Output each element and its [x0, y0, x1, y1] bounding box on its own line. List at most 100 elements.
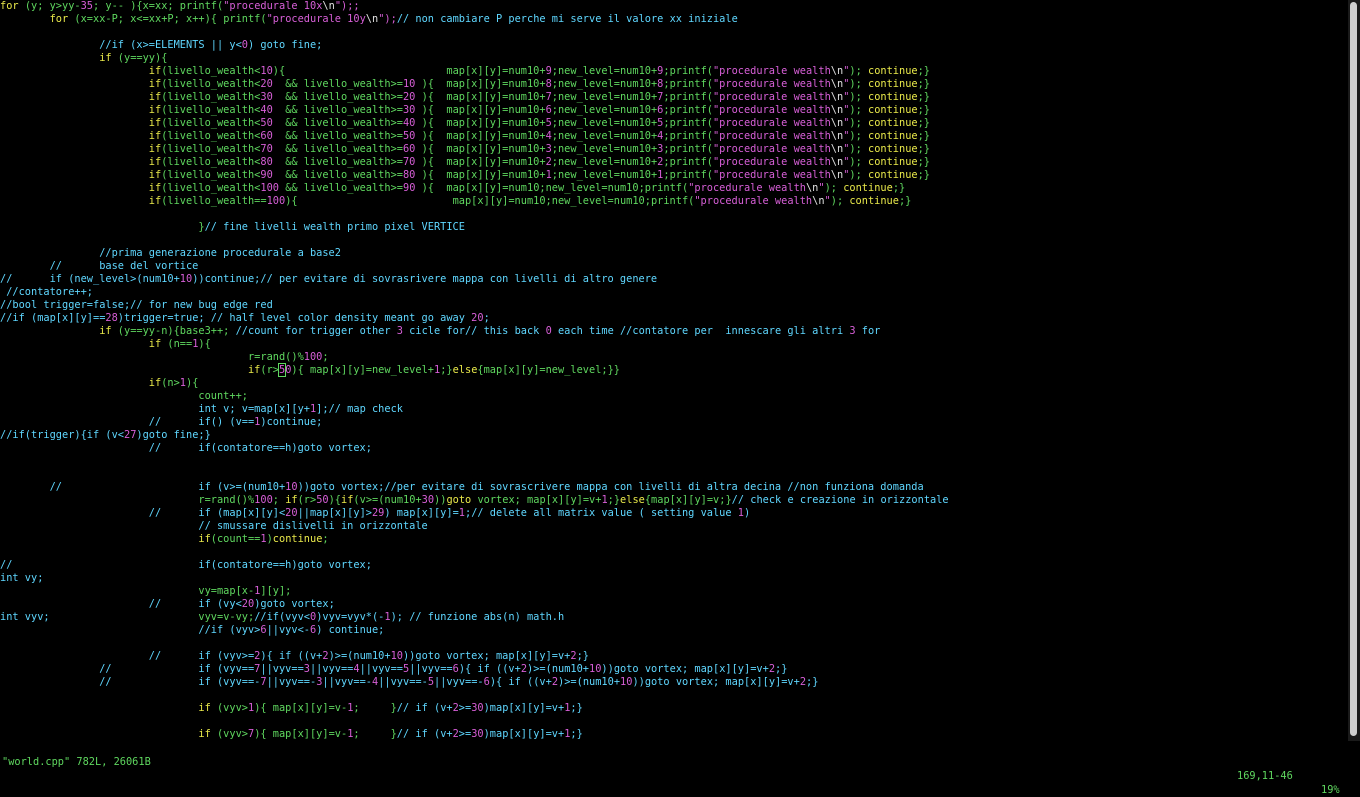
code-line[interactable]: if(livello_wealth<100 && livello_wealth>…	[0, 182, 1348, 195]
code-line[interactable]: count++;	[0, 390, 1348, 403]
code-line[interactable]: int v; v=map[x][y+1];// map check	[0, 403, 1348, 416]
code-token: ;new_level=num10+	[551, 65, 658, 77]
code-line[interactable]: vy=map[x-1][y];	[0, 585, 1348, 598]
code-line[interactable]: if(livello_wealth<10){ map[x][y]=num10+9…	[0, 65, 1348, 78]
code-line[interactable]: //prima generazione procedurale a base2	[0, 247, 1348, 260]
code-token: 100	[266, 195, 286, 207]
code-line[interactable]: if(livello_wealth==100){ map[x][y]=num10…	[0, 195, 1348, 208]
code-line[interactable]: //contatore++;	[0, 286, 1348, 299]
code-line[interactable]	[0, 637, 1348, 650]
code-token: continue	[868, 143, 918, 155]
code-line[interactable]: // base del vortice	[0, 260, 1348, 273]
code-line[interactable]: if (y==yy){	[0, 52, 1348, 65]
code-line[interactable]	[0, 455, 1348, 468]
code-line[interactable]: if(livello_wealth<70 && livello_wealth>=…	[0, 143, 1348, 156]
code-token: ){ map[x][y]=num10+	[415, 117, 546, 129]
code-line[interactable]: // if (vy<20)goto vortex;	[0, 598, 1348, 611]
code-token: 30	[260, 91, 273, 103]
code-line[interactable]: if(r>50){ map[x][y]=new_level+1;}else{ma…	[0, 363, 1348, 377]
code-line[interactable]: int vyv; vyv=v-vy;//if(vyv<0)vyv=vyv*(-1…	[0, 611, 1348, 624]
code-line[interactable]: if(livello_wealth<50 && livello_wealth>=…	[0, 117, 1348, 130]
code-token: if	[0, 182, 162, 194]
code-token: \n	[830, 104, 844, 116]
code-token: //if(vyv<	[254, 611, 310, 623]
code-line[interactable]: for (y; y>yy-35; y-- ){x=xx; printf("pro…	[0, 0, 1348, 13]
code-token: ;}	[775, 663, 788, 675]
code-token: 10	[589, 663, 602, 675]
code-token: continue	[868, 91, 918, 103]
code-line[interactable]: //if (vyv>6||vyv<-6) continue;	[0, 624, 1348, 637]
code-token: ||vyv==-	[322, 676, 372, 688]
code-token: cicle for// this back	[402, 325, 546, 337]
code-token: //if (vyv>	[0, 624, 261, 636]
code-token: ;	[322, 351, 329, 363]
code-line[interactable]: if (y==yy-n){base3++; //count for trigge…	[0, 325, 1348, 338]
code-token: && livello_wealth>=	[279, 182, 403, 194]
code-line[interactable]: if(livello_wealth<80 && livello_wealth>=…	[0, 156, 1348, 169]
code-line[interactable]: // if (v>=(num10+10))goto vortex;//per e…	[0, 481, 1348, 494]
code-editor[interactable]: for (y; y>yy-35; y-- ){x=xx; printf("pro…	[0, 0, 1348, 741]
code-token: );	[849, 156, 868, 168]
code-token: ))goto vortex; map[x][y]=v+	[601, 663, 769, 675]
code-line[interactable]: r=rand()%100; if(r>50){if(v>=(num10+30))…	[0, 494, 1348, 507]
code-line[interactable]: // if() (v==1)continue;	[0, 416, 1348, 429]
code-token: )trigger=true; // half level color densi…	[117, 312, 472, 324]
code-line[interactable]: // if (new_level>(num10+10))continue;// …	[0, 273, 1348, 286]
code-line[interactable]: if(livello_wealth<60 && livello_wealth>=…	[0, 130, 1348, 143]
code-token: (livello_wealth<	[161, 156, 261, 168]
code-line[interactable]: // if (vyv==7||vyv==3||vyv==4||vyv==5||v…	[0, 663, 1348, 676]
code-line[interactable]	[0, 715, 1348, 728]
code-token: ))continue;// per evitare di sovrasriver…	[192, 273, 658, 285]
code-line[interactable]: // if(contatore==h)goto vortex;	[0, 559, 1348, 572]
code-token: >=	[458, 728, 472, 740]
code-token: ;}	[576, 650, 589, 662]
code-line[interactable]	[0, 234, 1348, 247]
code-line[interactable]: if(livello_wealth<40 && livello_wealth>=…	[0, 104, 1348, 117]
vertical-scrollbar[interactable]	[1348, 0, 1360, 741]
code-line[interactable]: // if (map[x][y]<20||map[x][y]>29) map[x…	[0, 507, 1348, 520]
code-token: 100	[303, 351, 323, 363]
code-token: ){	[198, 338, 211, 350]
code-token: // if (v+	[396, 702, 453, 714]
code-line[interactable]: if(n>1){	[0, 377, 1348, 390]
code-line[interactable]	[0, 546, 1348, 559]
code-line[interactable]: if(livello_wealth<90 && livello_wealth>=…	[0, 169, 1348, 182]
code-line[interactable]: if(livello_wealth<30 && livello_wealth>=…	[0, 91, 1348, 104]
code-token: ||vyv==	[409, 663, 453, 675]
code-line[interactable]	[0, 208, 1348, 221]
code-token: ;	[272, 494, 286, 506]
code-line[interactable]: //if (map[x][y]==28)trigger=true; // hal…	[0, 312, 1348, 325]
code-line[interactable]: // smussare dislivelli in orizzontale	[0, 520, 1348, 533]
code-line[interactable]: //bool trigger=false;// for new bug edge…	[0, 299, 1348, 312]
code-line[interactable]: //if(trigger){if (v<27)goto fine;}	[0, 429, 1348, 442]
code-line[interactable]: // if(contatore==h)goto vortex;	[0, 442, 1348, 455]
code-token: (r>	[260, 364, 279, 376]
code-line[interactable]: //if (x>=ELEMENTS || y<0) goto fine;	[0, 39, 1348, 52]
code-token: ))goto vortex; map[x][y]=v+	[632, 676, 800, 688]
code-line[interactable]: if(count==1)continue;	[0, 533, 1348, 546]
code-token: //count for trigger other	[235, 325, 397, 337]
scrollbar-thumb[interactable]	[1350, 2, 1357, 736]
code-line[interactable]: }// fine livelli wealth primo pixel VERT…	[0, 221, 1348, 234]
code-line[interactable]: int vy;	[0, 572, 1348, 585]
code-token: 20	[471, 312, 484, 324]
code-token: ; y-- ){x=xx; printf(	[93, 0, 224, 12]
code-line[interactable]	[0, 26, 1348, 39]
code-line[interactable]: for (x=xx-P; x<=xx+P; x++){ printf("proc…	[0, 13, 1348, 26]
code-line[interactable]	[0, 689, 1348, 702]
code-token: && livello_wealth>=	[272, 130, 403, 142]
code-line[interactable]	[0, 468, 1348, 481]
code-token: \n	[830, 117, 844, 129]
code-line[interactable]: if (n==1){	[0, 338, 1348, 351]
code-token: )goto vortex;	[254, 598, 335, 610]
code-token: continue	[849, 195, 899, 207]
code-line[interactable]: // if (vyv>=2){ if ((v+2)>=(num10+10))go…	[0, 650, 1348, 663]
code-line[interactable]: if (vyv>7){ map[x][y]=v-1; }// if (v+2>=…	[0, 728, 1348, 741]
code-line[interactable]: if (vyv>1){ map[x][y]=v-1; }// if (v+2>=…	[0, 702, 1348, 715]
code-token: goto	[446, 494, 472, 506]
code-token: ||vyv==-	[378, 676, 428, 688]
code-line[interactable]: r=rand()%100;	[0, 351, 1348, 364]
code-line[interactable]: if(livello_wealth<20 && livello_wealth>=…	[0, 78, 1348, 91]
code-token: )>=(num10+	[527, 663, 590, 675]
code-line[interactable]: // if (vyv==-7||vyv==-3||vyv==-4||vyv==-…	[0, 676, 1348, 689]
